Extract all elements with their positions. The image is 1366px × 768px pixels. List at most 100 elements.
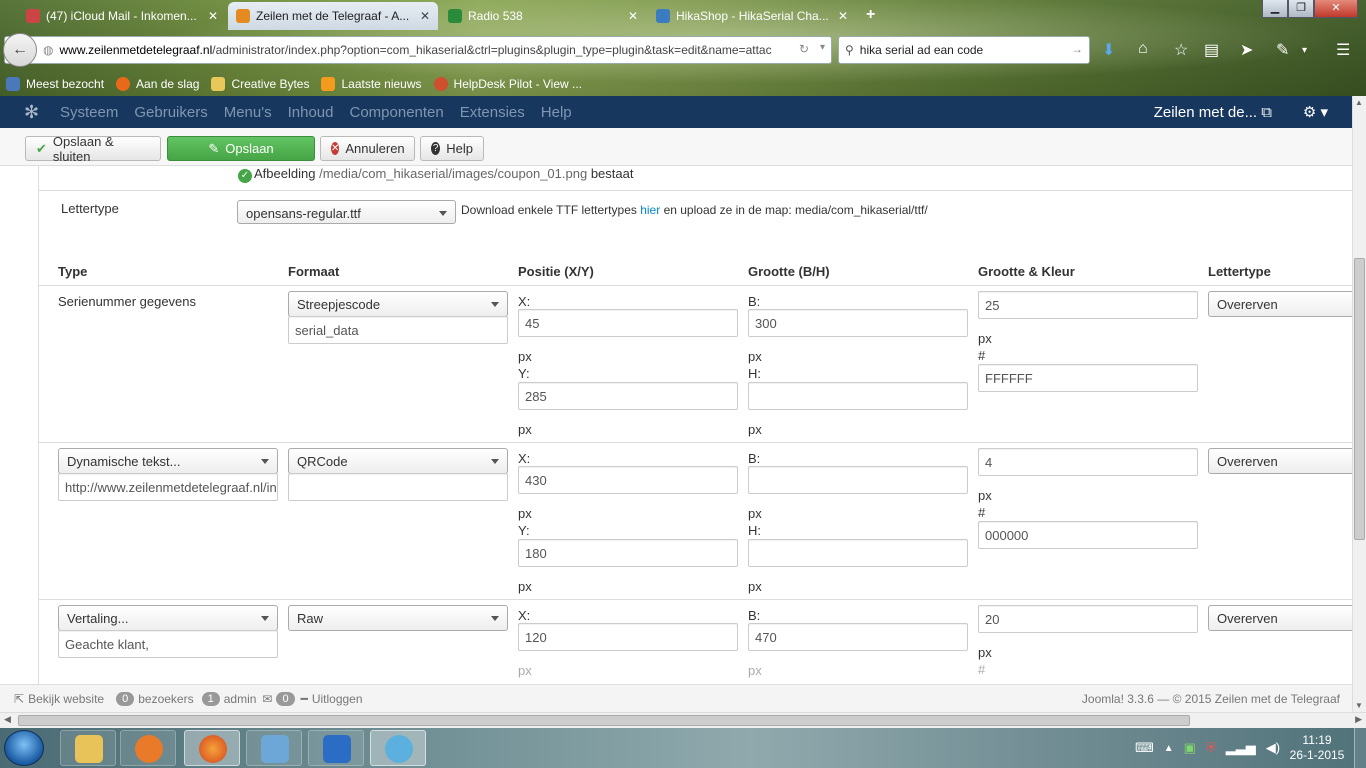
type-extra-input[interactable]: http://www.zeilenmetdetelegraaf.nl/in: [58, 473, 278, 501]
close-tab-icon[interactable]: ✕: [420, 9, 430, 23]
cancel-button[interactable]: ✕ Annuleren: [320, 136, 415, 161]
search-go-icon[interactable]: →: [1071, 42, 1083, 56]
nav-item-inhoud[interactable]: Inhoud: [288, 104, 334, 121]
new-tab-icon[interactable]: +: [866, 6, 875, 24]
horizontal-scroll-thumb[interactable]: [18, 715, 1190, 726]
type-select[interactable]: Dynamische tekst...: [58, 448, 278, 474]
format-select[interactable]: QRCode: [288, 448, 508, 474]
evernote-icon[interactable]: ▣: [1184, 740, 1196, 756]
search-input[interactable]: ⚲ hika serial ad ean code →: [838, 36, 1090, 64]
color-input[interactable]: FFFFFF: [978, 364, 1198, 392]
volume-icon[interactable]: ◀): [1266, 740, 1280, 756]
taskbar-app[interactable]: [308, 730, 364, 766]
save-close-button[interactable]: ✔ Opslaan & sluiten: [25, 134, 161, 164]
taskbar-app[interactable]: [370, 730, 426, 766]
format-select[interactable]: Raw: [288, 605, 508, 631]
scroll-right-icon[interactable]: ▶: [1355, 714, 1362, 725]
tab-hikashop[interactable]: HikaShop - HikaSerial Cha... ✕: [648, 2, 856, 30]
nav-item-gebruikers[interactable]: Gebruikers: [134, 104, 207, 121]
type-select[interactable]: Vertaling...: [58, 605, 278, 631]
bookmark-item[interactable]: HelpDesk Pilot - View ...: [433, 77, 582, 91]
close-tab-icon[interactable]: ✕: [208, 9, 218, 23]
nav-item-systeem[interactable]: Systeem: [60, 104, 118, 121]
network-icon[interactable]: ▂▃▅: [1226, 740, 1256, 756]
home-icon[interactable]: ⌂: [1138, 40, 1148, 58]
nav-item-componenten[interactable]: Componenten: [350, 104, 444, 121]
horizontal-scrollbar[interactable]: ◀ ▶: [0, 712, 1366, 728]
minimize-icon[interactable]: ▁: [1262, 0, 1288, 18]
width-input[interactable]: [748, 466, 968, 494]
y-input[interactable]: 180: [518, 539, 738, 567]
x-input[interactable]: 120: [518, 623, 738, 651]
joomla-logo-icon[interactable]: ✻: [24, 102, 44, 122]
site-link[interactable]: Zeilen met de... ⧉: [1154, 104, 1272, 121]
reading-list-icon[interactable]: ▤: [1204, 40, 1219, 60]
help-button[interactable]: ? Help: [420, 136, 484, 161]
bookmark-item[interactable]: Aan de slag: [116, 77, 199, 91]
scroll-down-icon[interactable]: ▼: [1355, 701, 1363, 710]
tab-zeilen[interactable]: Zeilen met de Telegraaf - A... ✕: [228, 2, 438, 30]
color-input[interactable]: 000000: [978, 521, 1198, 549]
close-tab-icon[interactable]: ✕: [838, 9, 848, 23]
font-size-input[interactable]: 20: [978, 605, 1198, 633]
send-icon[interactable]: ➤: [1240, 40, 1253, 60]
taskbar-firefox[interactable]: [184, 730, 240, 766]
menu-icon[interactable]: ☰: [1336, 40, 1350, 60]
save-button[interactable]: ✎ Opslaan: [167, 136, 315, 161]
addon-dropdown-icon[interactable]: ▾: [1302, 45, 1307, 56]
row-font-select[interactable]: Overerven: [1208, 291, 1352, 317]
bookmark-item[interactable]: Laatste nieuws: [321, 77, 422, 91]
x-input[interactable]: 45: [518, 309, 738, 337]
messages-badge[interactable]: 0: [276, 691, 295, 706]
url-dropdown-icon[interactable]: ▾: [820, 42, 825, 53]
tab-radio538[interactable]: Radio 538 ✕: [440, 2, 646, 30]
format-select[interactable]: Streepjescode: [288, 291, 508, 317]
maximize-icon[interactable]: ❐: [1288, 0, 1314, 18]
nav-item-menus[interactable]: Menu's: [224, 104, 272, 121]
font-size-input[interactable]: 4: [978, 448, 1198, 476]
vertical-scrollbar[interactable]: ▲ ▼: [1352, 96, 1366, 712]
back-arrow-icon[interactable]: ←: [3, 33, 37, 67]
tray-expand-icon[interactable]: ▲: [1164, 743, 1174, 754]
font-size-input[interactable]: 25: [978, 291, 1198, 319]
font-download-link[interactable]: hier: [640, 203, 660, 217]
font-select[interactable]: opensans-regular.ttf: [237, 200, 456, 224]
scroll-up-icon[interactable]: ▲: [1355, 98, 1363, 107]
system-clock[interactable]: 11:19 26-1-2015: [1286, 733, 1348, 763]
gear-icon[interactable]: ⚙ ▾: [1303, 103, 1328, 121]
height-input[interactable]: [748, 539, 968, 567]
addon-icon[interactable]: ✎: [1276, 40, 1289, 60]
close-window-icon[interactable]: ✕: [1314, 0, 1358, 18]
logout-link[interactable]: Uitloggen: [312, 692, 363, 706]
format-extra-input[interactable]: serial_data: [288, 316, 508, 344]
bookmark-item[interactable]: Creative Bytes: [211, 77, 309, 91]
y-input[interactable]: 285: [518, 382, 738, 410]
nav-item-help[interactable]: Help: [541, 104, 572, 121]
show-desktop-button[interactable]: [1354, 728, 1366, 768]
row-font-select[interactable]: Overerven: [1208, 448, 1352, 474]
height-input[interactable]: [748, 382, 968, 410]
vertical-scroll-thumb[interactable]: [1354, 258, 1365, 540]
security-icon[interactable]: ⛨: [1206, 740, 1216, 756]
url-bar[interactable]: ← ◍ www.zeilenmetdetelegraaf.nl/administ…: [3, 33, 832, 67]
nav-item-extensies[interactable]: Extensies: [460, 104, 525, 121]
reload-icon[interactable]: ↻: [799, 42, 809, 56]
row-font-select[interactable]: Overerven: [1208, 605, 1352, 631]
start-button[interactable]: [4, 730, 44, 766]
download-icon[interactable]: ⬇: [1102, 40, 1115, 60]
view-site-link[interactable]: Bekijk website: [28, 692, 104, 706]
bookmark-item[interactable]: Meest bezocht: [6, 77, 104, 91]
format-extra-input[interactable]: [288, 473, 508, 501]
width-input[interactable]: 470: [748, 623, 968, 651]
taskbar-explorer[interactable]: [60, 730, 116, 766]
scroll-left-icon[interactable]: ◀: [4, 714, 11, 725]
close-tab-icon[interactable]: ✕: [628, 9, 638, 23]
taskbar-media-player[interactable]: [120, 730, 176, 766]
x-input[interactable]: 430: [518, 466, 738, 494]
taskbar-app[interactable]: [246, 730, 302, 766]
type-extra-input[interactable]: Geachte klant,: [58, 630, 278, 658]
keyboard-icon[interactable]: ⌨: [1135, 740, 1154, 756]
bookmark-star-icon[interactable]: ☆: [1174, 40, 1188, 60]
width-input[interactable]: 300: [748, 309, 968, 337]
tab-icloud[interactable]: (47) iCloud Mail - Inkomen... ✕: [18, 2, 226, 30]
